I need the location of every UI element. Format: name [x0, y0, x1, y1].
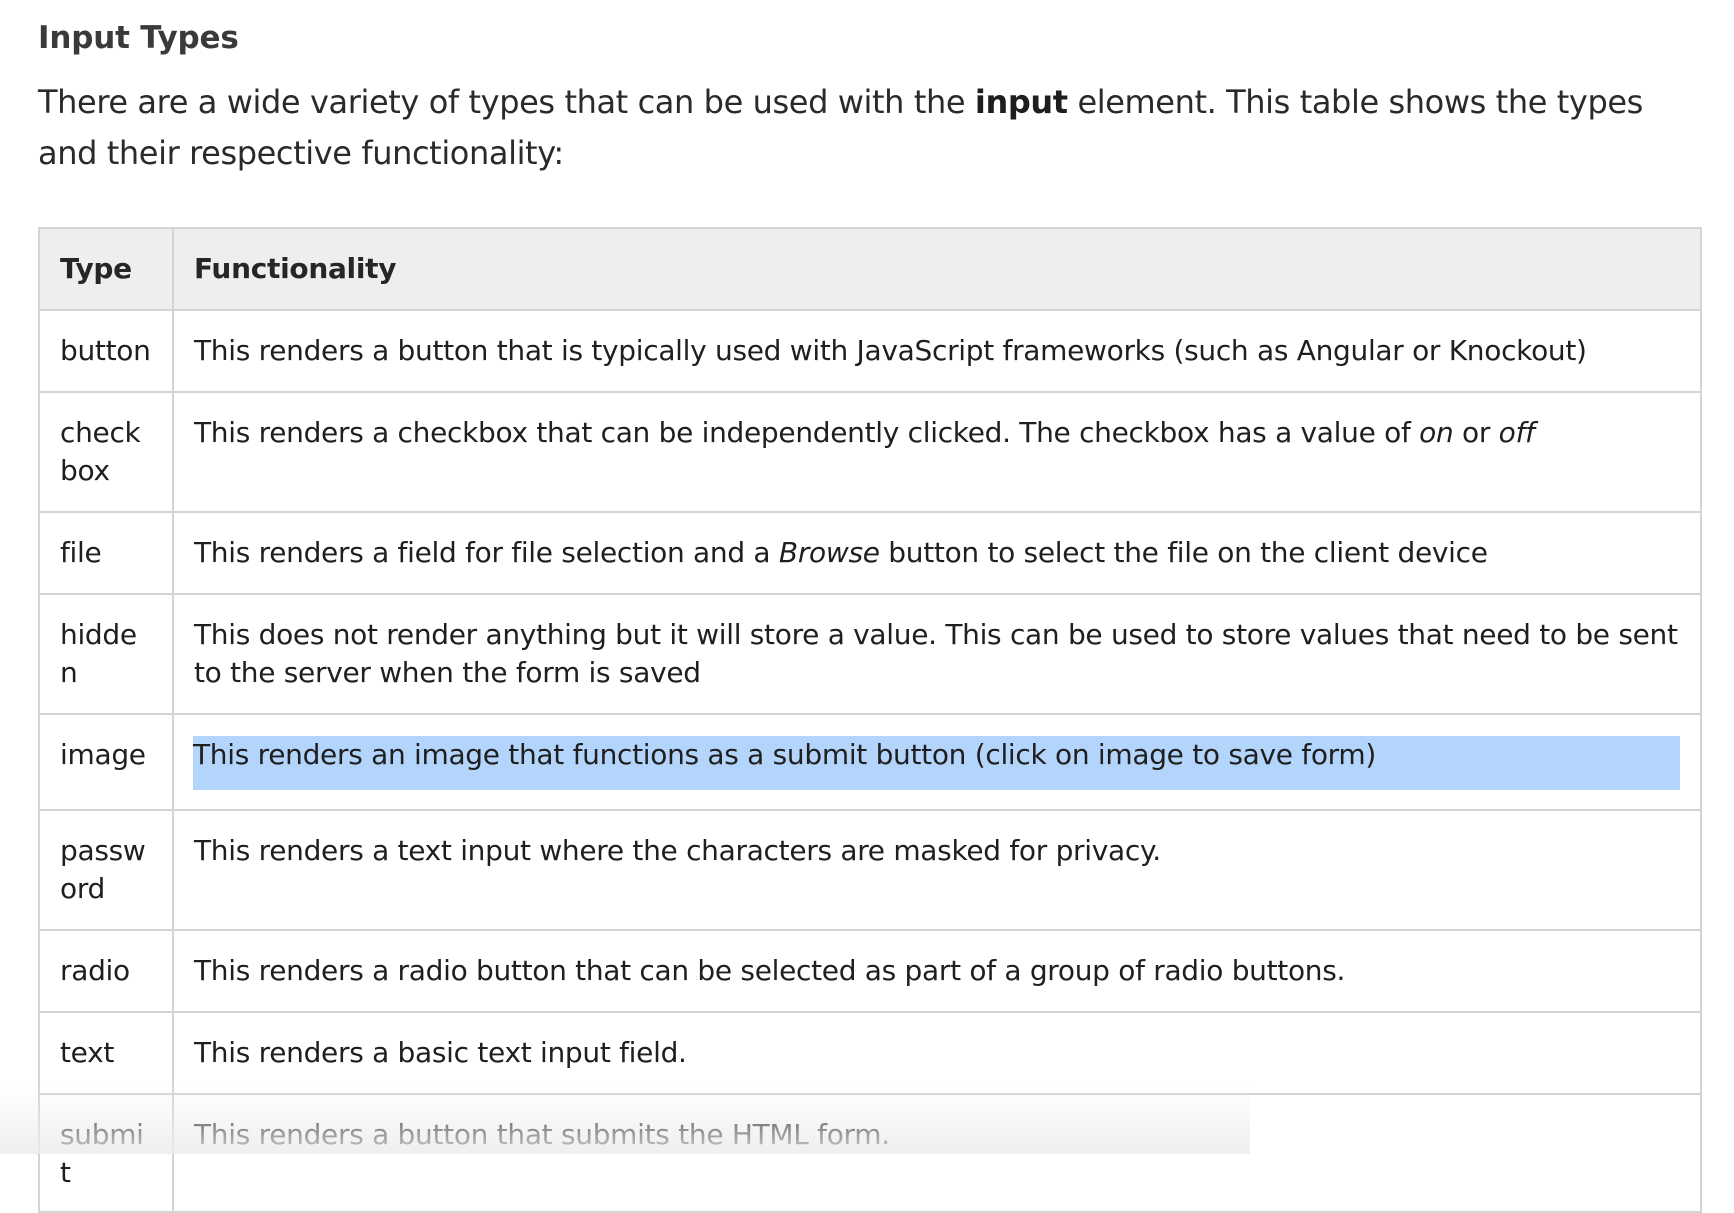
- table-row: image This renders an image that functio…: [38, 713, 1702, 811]
- table-header-row: Type Functionality: [38, 227, 1702, 311]
- table-row: password This renders a text input where…: [38, 809, 1702, 931]
- type-cell: file: [38, 511, 174, 595]
- header-type: Type: [38, 227, 174, 311]
- desc-text: This renders a field for file selection …: [194, 536, 779, 569]
- header-functionality: Functionality: [172, 227, 1702, 311]
- type-cell: submit: [38, 1093, 174, 1213]
- intro-paragraph: There are a wide variety of types that c…: [38, 77, 1698, 179]
- functionality-cell[interactable]: This renders an image that functions as …: [172, 713, 1702, 811]
- functionality-cell: This renders a basic text input field.: [172, 1011, 1702, 1095]
- type-cell: button: [38, 309, 174, 393]
- type-cell: hidden: [38, 593, 174, 715]
- intro-keyword-input: input: [974, 83, 1068, 121]
- content-area: Input Types There are a wide variety of …: [38, 18, 1702, 1213]
- desc-text: button to select the file on the client …: [879, 536, 1488, 569]
- functionality-cell: This renders a checkbox that can be inde…: [172, 391, 1702, 513]
- type-cell: checkbox: [38, 391, 174, 513]
- table-row: submit This renders a button that submit…: [38, 1093, 1702, 1213]
- table-row: radio This renders a radio button that c…: [38, 929, 1702, 1013]
- selected-text-highlight[interactable]: This renders an image that functions as …: [193, 736, 1680, 790]
- desc-emphasis-off: off: [1498, 416, 1535, 449]
- table-row: checkbox This renders a checkbox that ca…: [38, 391, 1702, 513]
- intro-text-start: There are a wide variety of types that c…: [38, 83, 975, 121]
- table-row: text This renders a basic text input fie…: [38, 1011, 1702, 1095]
- type-cell: radio: [38, 929, 174, 1013]
- functionality-cell: This does not render anything but it wil…: [172, 593, 1702, 715]
- desc-emphasis-on: on: [1419, 416, 1454, 449]
- section-heading: Input Types: [38, 20, 239, 56]
- type-cell: password: [38, 809, 174, 931]
- desc-text: or: [1453, 416, 1499, 449]
- desc-text: This renders a checkbox that can be inde…: [194, 416, 1420, 449]
- desc-emphasis-browse: Browse: [778, 536, 880, 569]
- functionality-cell: This renders a radio button that can be …: [172, 929, 1702, 1013]
- table-row: hidden This does not render anything but…: [38, 593, 1702, 715]
- type-cell: image: [38, 713, 174, 811]
- type-cell: text: [38, 1011, 174, 1095]
- functionality-cell: This renders a field for file selection …: [172, 511, 1702, 595]
- functionality-cell: This renders a button that is typically …: [172, 309, 1702, 393]
- input-types-table: Type Functionality button This renders a…: [38, 227, 1702, 1213]
- table-row: button This renders a button that is typ…: [38, 309, 1702, 393]
- functionality-cell: This renders a text input where the char…: [172, 809, 1702, 931]
- table-row: file This renders a field for file selec…: [38, 511, 1702, 595]
- functionality-cell: This renders a button that submits the H…: [172, 1093, 1702, 1213]
